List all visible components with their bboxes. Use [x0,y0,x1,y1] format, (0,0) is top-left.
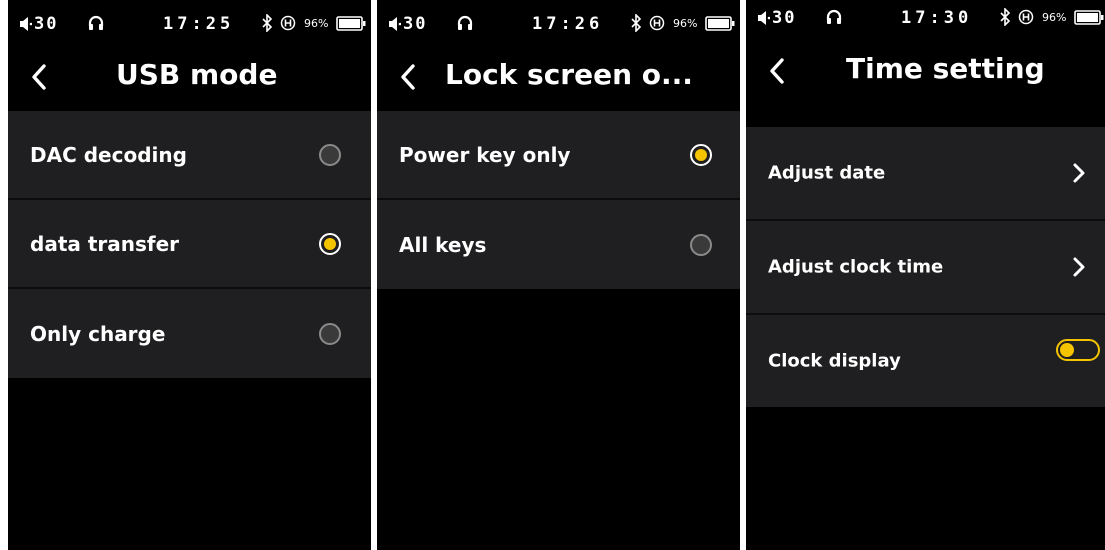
title-bar: Time setting [746,44,1105,102]
back-chevron-icon[interactable] [30,62,48,92]
radio-button[interactable] [319,322,341,345]
status-bar: 30 17:25 96% [8,0,371,50]
clock-display-toggle[interactable] [1056,338,1100,361]
option-adjust-date[interactable]: Adjust date [746,127,1105,221]
screen-time-setting: 30 17:30 96% Time setting Adjust date Ad… [746,0,1105,550]
volume-indicator: 30 [389,14,427,34]
battery-percent: 96% [1042,11,1067,24]
volume-level: 30 [772,8,797,28]
speaker-icon [758,11,770,25]
radio-button-selected[interactable] [319,232,341,255]
toggle-knob [1060,342,1074,357]
status-bar: 30 17:26 96% [377,0,740,50]
hold-lock-icon [280,15,296,31]
volume-indicator: 30 [20,14,58,34]
bluetooth-icon [262,14,273,32]
hold-lock-icon [1018,9,1034,25]
headphone-icon [826,9,842,24]
screen-usb-mode: 30 17:25 96% USB mode DAC decoding data … [8,0,371,550]
radio-button[interactable] [319,143,341,166]
bluetooth-icon [631,14,642,32]
page-title: Lock screen o... [445,58,693,91]
headphone-icon [88,15,104,30]
radio-button[interactable] [690,233,712,256]
hold-lock-icon [649,15,665,31]
clock-time: 17:30 [901,8,973,28]
page-title: USB mode [116,58,278,91]
battery-percent: 96% [304,17,329,30]
option-dac-decoding[interactable]: DAC decoding [8,111,371,200]
option-label: Power key only [399,142,571,167]
speaker-icon [20,17,32,31]
chevron-right-icon [1073,257,1085,277]
battery-icon [705,16,735,31]
title-bar: Lock screen o... [377,50,740,108]
clock-time: 17:26 [532,14,604,34]
clock-time: 17:25 [163,14,235,34]
volume-level: 30 [34,14,59,34]
option-label: DAC decoding [30,142,187,167]
speaker-icon [389,17,401,31]
bluetooth-icon [1000,8,1011,26]
option-only-charge[interactable]: Only charge [8,289,371,378]
option-label: Clock display [768,350,901,372]
back-chevron-icon[interactable] [399,62,417,92]
headphone-icon [457,15,473,30]
option-label: Only charge [30,321,166,346]
title-bar: USB mode [8,50,371,108]
volume-indicator: 30 [758,8,796,28]
option-label: Adjust clock time [768,256,944,278]
option-clock-display[interactable]: Clock display [746,315,1105,407]
back-chevron-icon[interactable] [768,56,786,86]
option-label: All keys [399,232,487,257]
page-title: Time setting [846,52,1045,85]
battery-icon [336,16,366,31]
battery-icon [1074,10,1104,25]
lock-screen-options: Power key only All keys [377,111,740,289]
option-data-transfer[interactable]: data transfer [8,200,371,289]
option-label: Adjust date [768,162,886,184]
radio-button-selected[interactable] [690,143,712,166]
screen-lock-screen: 30 17:26 96% Lock screen o... Power key … [377,0,740,550]
usb-mode-options: DAC decoding data transfer Only charge [8,111,371,378]
battery-percent: 96% [673,17,698,30]
option-power-key-only[interactable]: Power key only [377,111,740,200]
option-adjust-clock-time[interactable]: Adjust clock time [746,221,1105,315]
time-setting-options: Adjust date Adjust clock time Clock disp… [746,127,1105,407]
volume-level: 30 [403,14,428,34]
option-all-keys[interactable]: All keys [377,200,740,289]
status-bar: 30 17:30 96% [746,0,1105,44]
option-label: data transfer [30,231,180,256]
chevron-right-icon [1073,163,1085,183]
